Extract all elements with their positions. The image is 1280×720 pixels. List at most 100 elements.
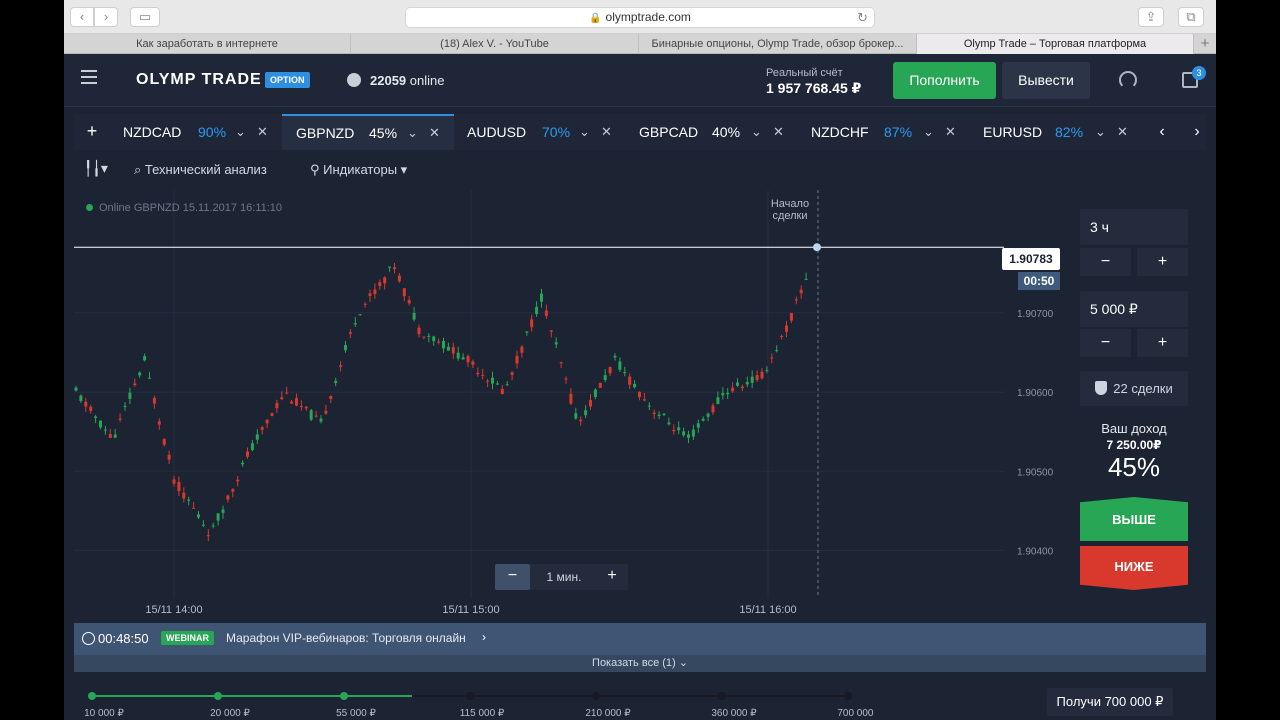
duration-plus-button[interactable]: +	[1137, 248, 1188, 276]
deposit-button[interactable]: Пополнить	[893, 62, 996, 99]
close-icon[interactable]: ✕	[1117, 114, 1128, 150]
webinar-bar[interactable]: 00:48:50 WEBINAR Марафон VIP-вебинаров: …	[74, 623, 1206, 655]
candle-body	[677, 427, 681, 431]
amount-minus-button[interactable]: −	[1080, 329, 1131, 357]
price-chart[interactable]: 1.90700 1.90600 1.90500 1.90400 15/11 14:00 1…	[74, 190, 1074, 618]
chevron-down-icon[interactable]: ⌄	[235, 114, 246, 150]
sidebar-icon[interactable]: ▭	[130, 7, 160, 27]
account-balance[interactable]: 1 957 768.45 ₽	[766, 80, 861, 97]
asset-tab[interactable]: AUDUSD 70% ⌄ ✕	[454, 114, 626, 150]
chevron-down-icon[interactable]: ⌄	[1095, 114, 1106, 150]
tab-overview-icon[interactable]: ⧉	[1178, 7, 1204, 27]
candle-body	[618, 361, 622, 370]
add-asset-button[interactable]: +	[74, 114, 110, 150]
candle-body	[79, 395, 83, 401]
candle-body	[211, 525, 215, 527]
amount-field[interactable]: 5 000 ₽	[1080, 291, 1188, 327]
higher-button[interactable]: ВЫШЕ	[1080, 497, 1188, 541]
candle-body	[667, 422, 671, 425]
indicators-button[interactable]: ⚲ Индикаторы ▾	[310, 162, 407, 178]
back-icon[interactable]: ‹	[70, 7, 94, 27]
close-icon[interactable]: ✕	[601, 114, 612, 150]
candle-body	[476, 372, 480, 375]
candle-body	[574, 413, 578, 419]
candle-body	[731, 387, 735, 392]
expiry-timer: 00:50	[1018, 272, 1060, 290]
deals-button[interactable]: 22 сделки	[1080, 371, 1188, 406]
close-icon[interactable]: ✕	[257, 114, 268, 150]
asset-tab[interactable]: NZDCHF 87% ⌄ ✕	[798, 114, 970, 150]
duration-field[interactable]: 3 ч	[1080, 209, 1188, 245]
forward-icon[interactable]: ›	[94, 7, 118, 27]
candle-body	[515, 356, 519, 364]
candle-body	[407, 300, 411, 304]
amount-plus-button[interactable]: +	[1137, 329, 1188, 357]
candle-body	[466, 356, 470, 363]
candle-body	[647, 405, 651, 407]
duration-minus-button[interactable]: −	[1080, 248, 1131, 276]
chevron-down-icon[interactable]: ⌄	[751, 114, 762, 150]
candle-body	[123, 405, 127, 407]
close-icon[interactable]: ✕	[429, 116, 440, 150]
candle-body	[535, 306, 539, 315]
browser-window: ‹ › ▭ 🔒 olymptrade.com ↻ ⇪ ⧉ Как заработа…	[64, 0, 1216, 720]
candles-icon[interactable]: ╿╽▾	[84, 160, 114, 180]
candle-body	[265, 419, 269, 424]
asset-tab[interactable]: GBPCAD 40% ⌄ ✕	[626, 114, 798, 150]
zoom-in-button[interactable]: +	[596, 564, 628, 590]
asset-tabs: + NZDCAD 90% ⌄ ✕ GBPNZD 45% ⌄ ✕ AUDUSD 7…	[74, 114, 1206, 150]
browser-tab[interactable]: Как заработать в интернете	[64, 34, 351, 54]
candle-body	[554, 342, 558, 345]
candle-body	[417, 327, 421, 335]
asset-tab[interactable]: EURUSD 82% ⌄ ✕	[970, 114, 1142, 150]
chevron-right-icon: ›	[482, 630, 486, 644]
browser-tab-active[interactable]: Olymp Trade – Торговая платформа	[917, 34, 1194, 54]
lower-button[interactable]: НИЖЕ	[1080, 546, 1188, 590]
candle-body	[638, 391, 641, 398]
candle-body	[598, 382, 602, 388]
chart-status: Online GBPNZD 15.11.2017 16:11:10	[86, 202, 282, 214]
menu-icon[interactable]	[81, 70, 97, 84]
candle-body	[691, 429, 695, 437]
chevron-down-icon[interactable]: ⌄	[407, 116, 418, 150]
candle-body	[716, 397, 720, 405]
asset-tab-active[interactable]: GBPNZD 45% ⌄ ✕	[282, 114, 454, 150]
new-tab-icon[interactable]: +	[1194, 34, 1216, 54]
share-icon[interactable]: ⇪	[1138, 7, 1164, 27]
candle-body	[564, 378, 568, 380]
browser-tab[interactable]: Бинарные опционы, Olymp Trade, обзор бро…	[639, 34, 917, 54]
headset-icon[interactable]	[1119, 71, 1137, 89]
candle-body	[628, 376, 632, 385]
progress-dot	[340, 692, 348, 700]
account-label[interactable]: Реальный счёт	[766, 67, 843, 79]
candle-body	[657, 414, 661, 416]
get-bonus-button[interactable]: Получи 700 000 ₽	[1047, 688, 1173, 716]
candle-body	[486, 380, 490, 382]
withdraw-button[interactable]: Вывести	[1002, 62, 1090, 99]
webinar-badge: WEBINAR	[161, 631, 214, 645]
chevron-left-icon[interactable]: ‹	[1147, 114, 1177, 150]
close-icon[interactable]: ✕	[773, 114, 784, 150]
candle-body	[99, 420, 102, 428]
reload-icon[interactable]: ↻	[857, 8, 868, 27]
deal-start-line1: Начало	[770, 198, 810, 210]
address-bar[interactable]: 🔒 olymptrade.com ↻	[405, 7, 875, 28]
chevron-down-icon[interactable]: ⌄	[923, 114, 934, 150]
asset-payout: 40%	[712, 124, 741, 140]
chevron-right-icon[interactable]: ›	[1182, 114, 1212, 150]
technical-analysis-button[interactable]: ⌕ Технический анализ	[134, 162, 267, 178]
progress-level-label: 55 000 ₽	[336, 708, 376, 719]
browser-tab[interactable]: (18) Alex V. - YouTube	[351, 34, 639, 54]
candle-body	[711, 405, 715, 413]
close-icon[interactable]: ✕	[945, 114, 956, 150]
browser-toolbar: ‹ › ▭ 🔒 olymptrade.com ↻ ⇪ ⧉	[64, 0, 1216, 34]
candle-body	[412, 312, 416, 320]
candle-body	[299, 406, 303, 408]
chevron-down-icon[interactable]: ⌄	[579, 114, 590, 150]
candle-body	[750, 376, 754, 383]
zoom-out-button[interactable]: −	[495, 564, 530, 590]
candle-body	[295, 398, 298, 406]
income-value: 7 250.00₽	[1106, 438, 1162, 452]
show-all-button[interactable]: Показать все (1) ⌄	[74, 655, 1206, 672]
asset-tab[interactable]: NZDCAD 90% ⌄ ✕	[110, 114, 282, 150]
